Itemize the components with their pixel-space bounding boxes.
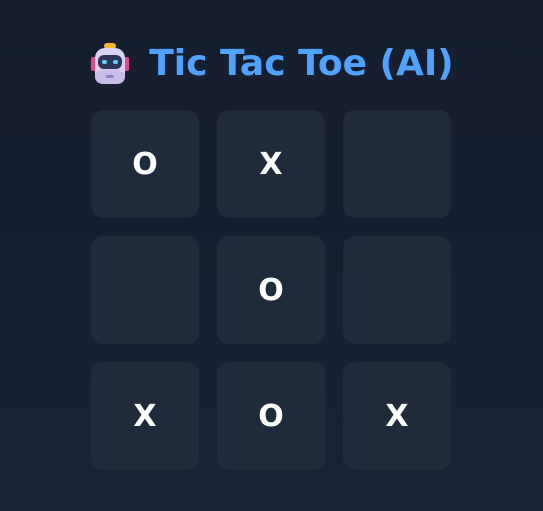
board-cell-r2-c2[interactable]: O: [217, 236, 325, 344]
board-cell-r2-c3[interactable]: [343, 236, 451, 344]
game-header: Tic Tac Toe (AI): [0, 38, 543, 90]
board-cell-r1-c2[interactable]: X: [217, 110, 325, 218]
board-cell-r3-c3[interactable]: X: [343, 362, 451, 470]
board-cell-r1-c1[interactable]: O: [91, 110, 199, 218]
robot-icon: [89, 42, 131, 86]
game-board: O X O X O X: [91, 110, 451, 470]
board-cell-r1-c3[interactable]: [343, 110, 451, 218]
page-title: Tic Tac Toe (AI): [149, 43, 454, 84]
board-cell-r3-c1[interactable]: X: [91, 362, 199, 470]
board-cell-r2-c1[interactable]: [91, 236, 199, 344]
board-cell-r3-c2[interactable]: O: [217, 362, 325, 470]
